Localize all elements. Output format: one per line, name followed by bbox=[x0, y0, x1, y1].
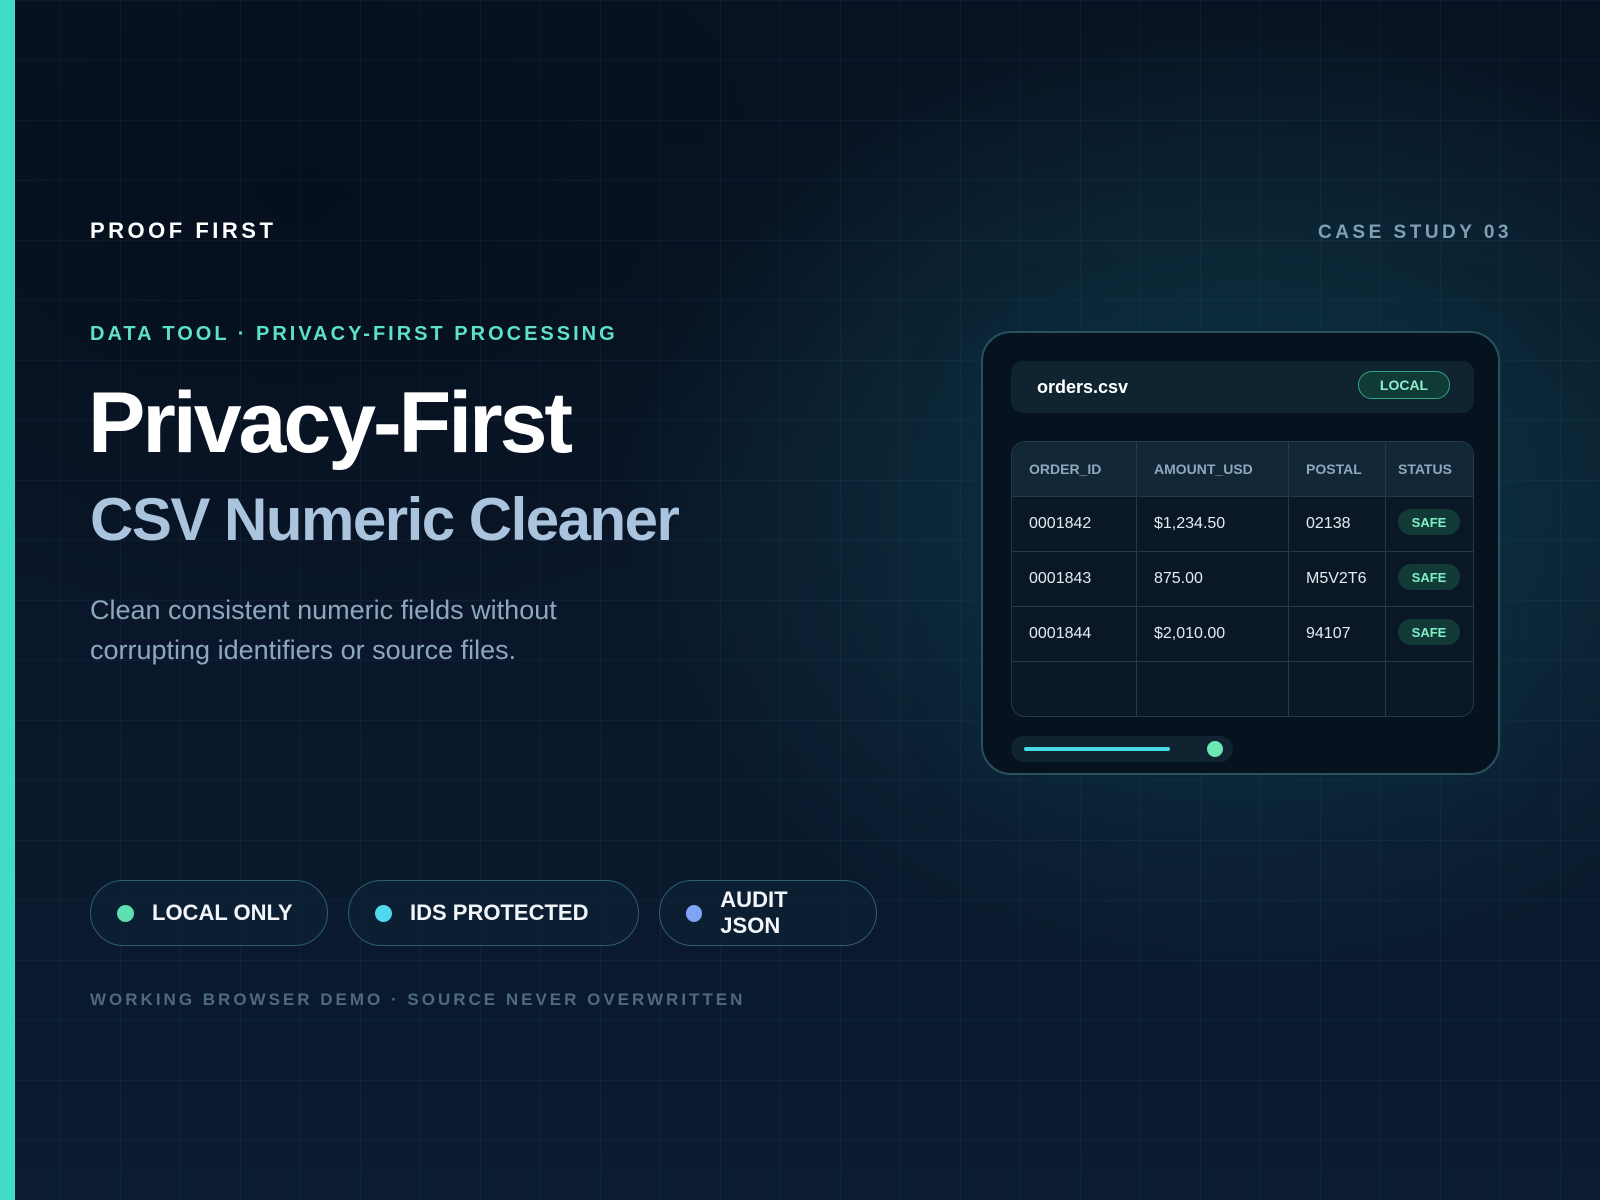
csv-preview-card: orders.csv LOCAL ORDER_ID AMOUNT_USD POS… bbox=[981, 331, 1500, 775]
column-header: AMOUNT_USD bbox=[1137, 442, 1289, 496]
hero-description: Clean consistent numeric fields without … bbox=[90, 595, 557, 665]
footnote: WORKING BROWSER DEMO · SOURCE NEVER OVER… bbox=[90, 990, 746, 1009]
hero-title: Privacy-First bbox=[88, 375, 573, 471]
status-badge: SAFE bbox=[1398, 619, 1460, 645]
preview-table: ORDER_ID AMOUNT_USD POSTAL STATUS 000184… bbox=[1011, 441, 1474, 717]
progress-slider[interactable] bbox=[1011, 736, 1233, 762]
pill-label: LOCAL ONLY bbox=[152, 900, 293, 925]
eyebrow-text: DATA TOOL · PRIVACY-FIRST PROCESSING bbox=[90, 323, 618, 345]
file-header: orders.csv LOCAL bbox=[1011, 361, 1474, 413]
status-dot-icon bbox=[375, 904, 392, 922]
amount-cell: $1,234.50 bbox=[1137, 497, 1289, 551]
column-header: POSTAL bbox=[1289, 442, 1386, 496]
pill-label: IDS PROTECTED bbox=[410, 900, 589, 925]
order-id-cell: 0001843 bbox=[1012, 552, 1137, 606]
brand-label: PROOF FIRST bbox=[90, 218, 277, 243]
amount-cell: 875.00 bbox=[1137, 552, 1289, 606]
status-cell: SAFE bbox=[1386, 607, 1472, 661]
empty-cell bbox=[1012, 662, 1137, 716]
pill-audit-json: AUDIT JSON bbox=[659, 880, 877, 946]
status-cell: SAFE bbox=[1386, 497, 1472, 551]
column-header: ORDER_ID bbox=[1012, 442, 1137, 496]
empty-cell bbox=[1289, 662, 1386, 716]
table-header-row: ORDER_ID AMOUNT_USD POSTAL STATUS bbox=[1012, 442, 1473, 497]
status-dot-icon bbox=[117, 904, 134, 922]
amount-cell: $2,010.00 bbox=[1137, 607, 1289, 661]
status-badge: SAFE bbox=[1398, 564, 1460, 590]
table-row: 0001842 $1,234.50 02138 SAFE bbox=[1012, 497, 1473, 552]
local-badge: LOCAL bbox=[1358, 371, 1450, 399]
status-badge: SAFE bbox=[1398, 509, 1460, 535]
postal-cell: 02138 bbox=[1289, 497, 1386, 551]
case-study-label: CASE STUDY 03 bbox=[1317, 222, 1512, 243]
table-row: 0001843 875.00 M5V2T6 SAFE bbox=[1012, 552, 1473, 607]
pill-label: AUDIT JSON bbox=[720, 887, 788, 938]
hero-subtitle: CSV Numeric Cleaner bbox=[90, 486, 680, 553]
column-header: STATUS bbox=[1398, 461, 1452, 477]
file-name: orders.csv bbox=[1037, 377, 1129, 397]
table-row-empty bbox=[1012, 662, 1473, 716]
order-id-cell: 0001842 bbox=[1012, 497, 1137, 551]
progress-fill bbox=[1024, 747, 1170, 751]
feature-pills: LOCAL ONLY IDS PROTECTED AUDIT JSON bbox=[90, 880, 877, 946]
slider-handle[interactable] bbox=[1207, 741, 1223, 757]
empty-cell bbox=[1386, 662, 1472, 716]
status-dot-icon bbox=[686, 904, 703, 922]
pill-local-only: LOCAL ONLY bbox=[90, 880, 328, 946]
accent-bar bbox=[0, 0, 15, 1200]
empty-cell bbox=[1137, 662, 1289, 716]
order-id-cell: 0001844 bbox=[1012, 607, 1137, 661]
table-row: 0001844 $2,010.00 94107 SAFE bbox=[1012, 607, 1473, 662]
postal-cell: 94107 bbox=[1289, 607, 1386, 661]
postal-cell: M5V2T6 bbox=[1289, 552, 1386, 606]
pill-ids-protected: IDS PROTECTED bbox=[348, 880, 639, 946]
status-cell: SAFE bbox=[1386, 552, 1472, 606]
